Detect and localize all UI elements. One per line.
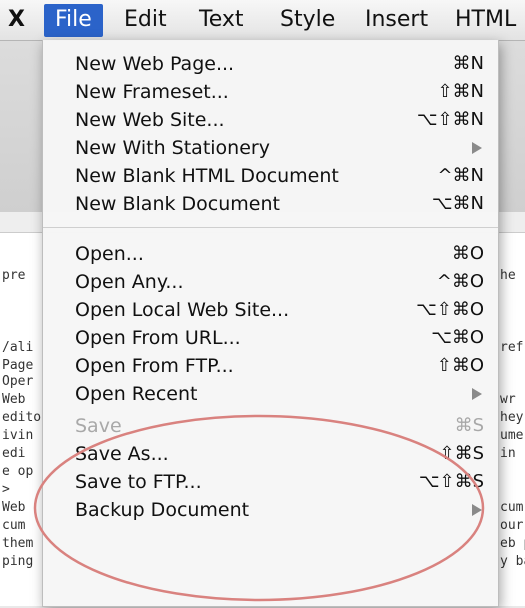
submenu-arrow-icon [472, 142, 482, 154]
menu-item-label: Open Any... [75, 271, 184, 293]
background-text-fragment: ivin [2, 428, 34, 443]
menu-item-shortcut: ^⌘O [436, 271, 484, 292]
menu-item-save-to-ftp[interactable]: Save to FTP... ⌥⇧⌘S [43, 468, 498, 496]
background-text-fragment: ping [2, 554, 34, 569]
background-text-fragment: edi [2, 446, 26, 461]
menu-item-label: New Web Page... [75, 53, 235, 75]
menu-item-shortcut: ⌘N [452, 53, 484, 74]
menu-item-shortcut: ⌘O [451, 243, 484, 264]
menu-item-label: Save to FTP... [75, 471, 202, 493]
background-text-fragment: ume [500, 428, 524, 443]
background-text-fragment: eb p [500, 536, 525, 551]
menu-item-open-any[interactable]: Open Any... ^⌘O [43, 268, 498, 296]
menu-edit[interactable]: Edit [124, 7, 167, 33]
background-text-fragment: e op [2, 464, 34, 479]
background-text-fragment: pre [2, 268, 26, 283]
submenu-arrow-icon [472, 388, 482, 400]
background-text-fragment: wr [500, 392, 516, 407]
menu-item-shortcut: ⌥⇧⌘O [416, 299, 484, 320]
menu-item-shortcut: ⌘S [454, 415, 484, 436]
menu-file[interactable]: File [44, 4, 103, 37]
menu-item-open[interactable]: Open... ⌘O [43, 240, 498, 268]
menu-item-label: New Blank HTML Document [75, 165, 339, 187]
background-text-fragment: edito [2, 410, 42, 425]
menu-item-new-blank-html-document[interactable]: New Blank HTML Document ^⌘N [43, 162, 498, 190]
menu-item-save-as[interactable]: Save As... ⇧⌘S [43, 440, 498, 468]
menu-item-shortcut: ^⌘N [437, 165, 484, 186]
background-text-fragment: cum [2, 518, 26, 533]
menu-item-new-with-stationery[interactable]: New With Stationery [43, 134, 498, 162]
background-text-fragment: in [500, 446, 516, 461]
background-text-fragment: Oper [2, 374, 34, 389]
menu-separator [43, 227, 498, 228]
background-text-fragment: > [2, 482, 10, 497]
menu-item-new-web-site[interactable]: New Web Site... ⌥⇧⌘N [43, 106, 498, 134]
background-text-fragment: them [2, 536, 34, 551]
menu-bar: X File Edit Text Style Insert HTML [0, 0, 525, 41]
menu-item-shortcut: ⌥⌘N [431, 193, 484, 214]
menu-item-label: Open Local Web Site... [75, 299, 290, 321]
menu-item-label: Save [75, 415, 122, 437]
background-text-fragment: Web [2, 500, 26, 515]
background-text-fragment: /ali [2, 340, 34, 355]
menu-x[interactable]: X [8, 7, 25, 33]
menu-item-label: Open From FTP... [75, 355, 234, 377]
file-menu-dropdown: New Web Page... ⌘N New Frameset... ⇧⌘N New W… [42, 40, 499, 607]
menu-style[interactable]: Style [280, 7, 335, 33]
menu-item-shortcut: ⇧⌘S [439, 443, 484, 464]
menu-item-label: Save As... [75, 443, 169, 465]
menu-item-label: New With Stationery [75, 137, 270, 159]
background-text-fragment: hey [500, 410, 524, 425]
menu-item-label: Open... [75, 243, 144, 265]
menu-item-label: Open Recent [75, 383, 198, 405]
menu-text[interactable]: Text [199, 7, 244, 33]
menu-item-label: Open From URL... [75, 327, 241, 349]
menu-item-open-recent[interactable]: Open Recent [43, 380, 498, 408]
menu-item-label: New Web Site... [75, 109, 225, 131]
menu-item-shortcut: ⌥⇧⌘N [416, 109, 484, 130]
menu-item-label: New Blank Document [75, 193, 280, 215]
menu-item-shortcut: ⇧⌘O [436, 355, 484, 376]
background-text-fragment: our [500, 518, 524, 533]
menu-item-open-local-web-site[interactable]: Open Local Web Site... ⌥⇧⌘O [43, 296, 498, 324]
menu-item-label: Backup Document [75, 499, 250, 521]
menu-item-new-blank-document[interactable]: New Blank Document ⌥⌘N [43, 190, 498, 218]
background-text-fragment: Web [2, 392, 26, 407]
menu-item-new-web-page[interactable]: New Web Page... ⌘N [43, 50, 498, 78]
menu-html[interactable]: HTML [455, 7, 516, 33]
background-text-fragment: ref. [500, 340, 525, 355]
menu-item-shortcut: ⇧⌘N [437, 81, 484, 102]
submenu-arrow-icon [472, 504, 482, 516]
background-text-fragment: Page [2, 358, 34, 373]
menu-insert[interactable]: Insert [365, 7, 428, 33]
background-text-fragment: he [500, 268, 516, 283]
background-text-fragment: cum [500, 500, 524, 515]
menu-item-label: New Frameset... [75, 81, 229, 103]
menu-item-open-from-url[interactable]: Open From URL... ⌥⌘O [43, 324, 498, 352]
background-text-fragment: y ba [500, 554, 525, 569]
menu-item-save: Save ⌘S [43, 412, 498, 440]
menu-item-open-from-ftp[interactable]: Open From FTP... ⇧⌘O [43, 352, 498, 380]
menu-item-new-frameset[interactable]: New Frameset... ⇧⌘N [43, 78, 498, 106]
menu-item-backup-document[interactable]: Backup Document [43, 496, 498, 524]
menu-item-shortcut: ⌥⌘O [431, 327, 484, 348]
menu-item-shortcut: ⌥⇧⌘S [418, 471, 484, 492]
